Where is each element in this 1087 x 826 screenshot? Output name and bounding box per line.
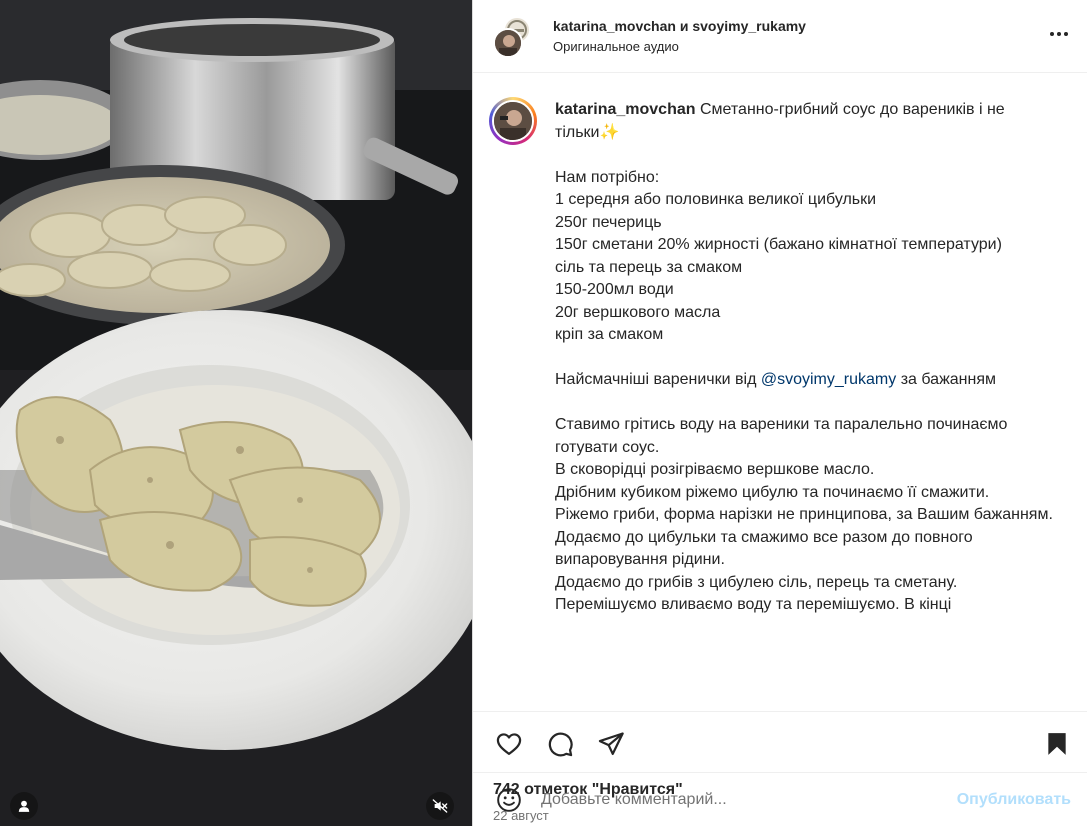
paper-plane-icon: [598, 732, 624, 756]
emoji-picker-button[interactable]: [493, 784, 525, 816]
ingredient-line: 150-200мл води: [555, 281, 674, 298]
ingredient-line: 150г сметани 20% жирності (бажано кімнат…: [555, 236, 1002, 253]
audio-toggle-button[interactable]: [426, 792, 454, 820]
step-line: Дрібним кубиком ріжемо цибулю та починає…: [555, 483, 990, 501]
ingredient-line: сіль та перець за смаком: [555, 258, 743, 276]
save-button[interactable]: [1041, 728, 1073, 760]
caption-avatar: [492, 100, 534, 142]
share-button[interactable]: [595, 728, 627, 760]
heart-icon: [496, 733, 522, 756]
more-horizontal-icon: [1050, 32, 1068, 36]
step-line: Ставимо грітись воду на вареники та пара…: [555, 416, 1008, 456]
post-header: katarina_movchan и svoyimy_rukamy Оригин…: [473, 0, 1087, 73]
avatar-primary: [493, 28, 523, 58]
step-line: В сковорідці розігріваємо вершкове масло…: [555, 461, 875, 478]
smiley-icon: [497, 787, 521, 812]
comment-bar: Опубликовать: [473, 772, 1087, 826]
header-username-secondary[interactable]: svoyimy_rukamy: [692, 18, 806, 34]
ingredients-heading: Нам потрібно:: [555, 168, 660, 186]
comment-button[interactable]: [544, 728, 576, 760]
post-modal: katarina_movchan и svoyimy_rukamy Оригин…: [0, 0, 1087, 826]
collab-avatars[interactable]: [493, 16, 533, 58]
video-frame-image: [0, 0, 472, 826]
ingredient-line: 250г печериць: [555, 213, 662, 231]
audio-link[interactable]: Оригинальное аудио: [553, 39, 806, 54]
sparkles-emoji: ✨: [599, 123, 620, 141]
comment-input[interactable]: [541, 790, 957, 809]
recommendation-suffix: за бажанням: [900, 371, 996, 388]
header-usernames: katarina_movchan и svoyimy_rukamy: [553, 18, 806, 34]
caption-avatar-ring[interactable]: [489, 97, 537, 145]
recommendation-line: Найсмачніші варенички від @svoyimy_rukam…: [555, 369, 1055, 392]
recommendation-prefix: Найсмачніші варенички від: [555, 371, 757, 388]
step-line: Ріжемо гриби, форма нарізки не принципов…: [555, 506, 1053, 523]
bookmark-filled-icon: [1048, 733, 1066, 755]
comment-bubble-icon: [548, 732, 573, 757]
step-line: Додаємо до цибульки та смажимо все разом…: [555, 528, 973, 569]
ingredient-line: 1 середня або половинка великої цибульки: [555, 191, 877, 208]
more-options-button[interactable]: [1045, 20, 1073, 48]
speaker-muted-icon: [432, 799, 448, 813]
action-bar: [473, 711, 1087, 776]
caption-section: katarina_movchan Сметанно-грибний соус д…: [473, 73, 1087, 711]
ingredient-line: кріп за смаком: [555, 326, 664, 343]
caption-username[interactable]: katarina_movchan: [555, 101, 696, 118]
post-media-video[interactable]: [0, 0, 472, 826]
like-button[interactable]: [493, 728, 525, 760]
post-details-panel: katarina_movchan и svoyimy_rukamy Оригин…: [472, 0, 1087, 826]
header-username-primary[interactable]: katarina_movchan: [553, 18, 676, 34]
post-comment-button[interactable]: Опубликовать: [957, 791, 1071, 809]
header-titles: katarina_movchan и svoyimy_rukamy Оригин…: [553, 18, 806, 54]
caption-text: katarina_movchan Сметанно-грибний соус д…: [555, 97, 1055, 711]
step-line: Додаємо до грибів з цибулею сіль, перець…: [555, 573, 958, 591]
ingredient-line: 20г вершкового масла: [555, 303, 721, 321]
header-joiner: и: [679, 18, 689, 34]
step-line: Перемішуємо вливаємо воду та перемішуємо…: [555, 596, 952, 613]
mention-link[interactable]: @svoyimy_rukamy: [761, 371, 896, 388]
user-icon: [18, 800, 30, 812]
tagged-users-button[interactable]: [10, 792, 38, 820]
